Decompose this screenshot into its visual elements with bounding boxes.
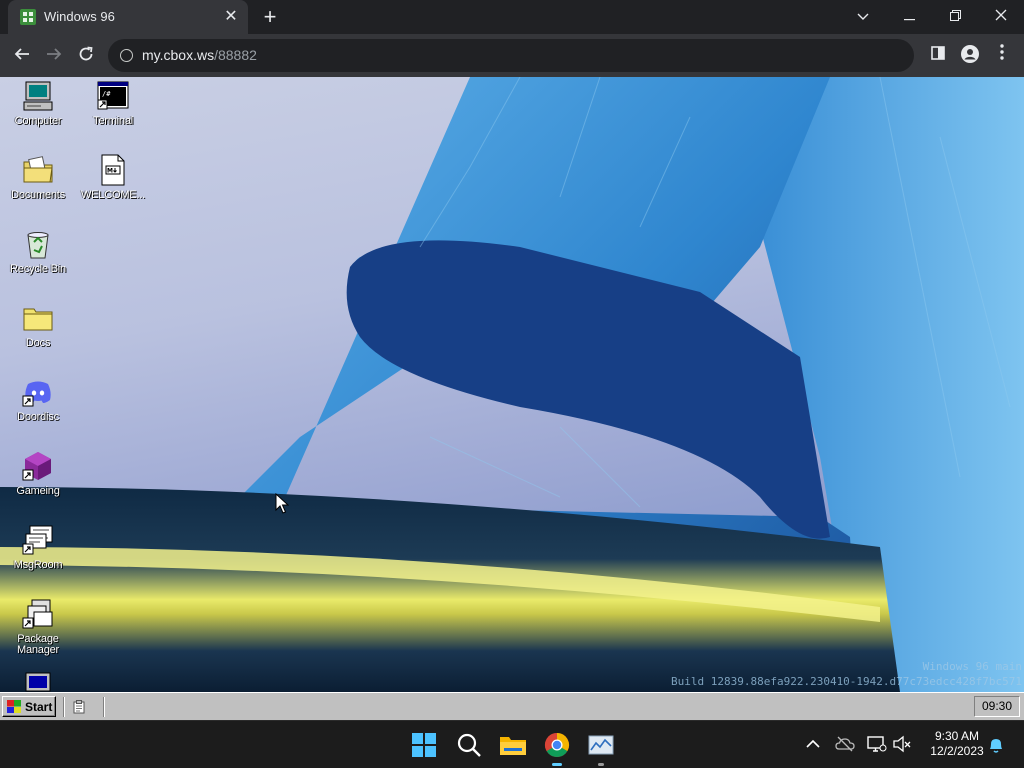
win96-tray-clock[interactable]: 09:30 <box>974 696 1020 717</box>
discord-icon <box>22 376 54 408</box>
desktop-icon-computer[interactable]: Computer <box>0 80 76 127</box>
win96-desktop[interactable]: Computer /# Terminal Documents M WELCOME… <box>0 77 1024 692</box>
close-tab-icon[interactable]: ✕ <box>222 8 240 26</box>
chat-room-icon <box>22 524 54 556</box>
tab-strip: Windows 96 ✕ + <box>0 0 1024 34</box>
desktop-icon-partial[interactable] <box>0 671 76 692</box>
svg-text:M: M <box>107 168 113 175</box>
computer-icon <box>22 80 54 112</box>
chevron-up-icon[interactable] <box>804 735 822 753</box>
onedrive-offline-icon[interactable] <box>835 734 855 754</box>
menu-kebab-icon[interactable] <box>990 44 1014 68</box>
package-manager-icon <box>22 598 54 630</box>
forward-button[interactable] <box>40 42 68 70</box>
quick-launch-clipboard-icon[interactable] <box>73 700 85 714</box>
icon-label: Doordisc <box>17 411 59 423</box>
resource-monitor-taskbar-button[interactable] <box>586 730 616 766</box>
close-window-button[interactable] <box>978 0 1024 34</box>
profile-icon[interactable] <box>958 44 982 68</box>
url-host: my.cbox.ws <box>142 47 215 63</box>
new-tab-button[interactable]: + <box>258 5 282 29</box>
volume-muted-icon[interactable] <box>892 734 912 754</box>
clock-date: 12/2/2023 <box>930 744 984 758</box>
search-icon[interactable] <box>454 730 484 760</box>
icon-label: Package Manager <box>16 633 59 656</box>
notification-bell-icon[interactable] <box>986 735 1006 755</box>
mouse-cursor-icon <box>275 493 289 514</box>
markdown-file-icon: M <box>97 154 129 186</box>
file-explorer-icon[interactable] <box>498 730 528 760</box>
icon-label: Recycle Bin <box>10 263 66 275</box>
resource-monitor-icon <box>588 735 614 755</box>
minimize-button[interactable] <box>886 0 932 34</box>
icon-label: Computer <box>14 115 62 127</box>
icon-label: Docs <box>25 337 51 349</box>
terminal-icon: /# <box>97 80 129 112</box>
url-path: /88882 <box>214 47 257 63</box>
game-cube-icon <box>22 450 54 482</box>
tab-search-chevron-icon[interactable] <box>840 0 886 34</box>
clock-time: 9:30 AM <box>934 729 980 743</box>
icon-label: WELCOME... <box>80 189 145 201</box>
icon-label: Gameing <box>16 485 60 497</box>
start-label: Start <box>25 700 53 714</box>
tab-title: Windows 96 <box>44 9 115 24</box>
open-indicator <box>598 763 604 766</box>
icon-label: Terminal <box>93 115 133 127</box>
icon-label: MsgRoom <box>13 559 63 571</box>
site-info-icon[interactable] <box>120 49 133 62</box>
network-icon[interactable] <box>866 734 888 754</box>
win96-taskbar: Start 09:30 <box>0 692 1024 720</box>
windows-start-icon[interactable] <box>409 730 439 760</box>
os-taskbar: 9:30 AM 12/2/2023 <box>0 720 1024 768</box>
active-indicator <box>552 763 562 766</box>
desktop-icon-terminal[interactable]: /# Terminal <box>75 80 151 127</box>
recycle-bin-icon <box>22 228 54 260</box>
desktop-icon-welcome[interactable]: M WELCOME... <box>75 154 151 201</box>
wallpaper <box>0 77 1024 692</box>
svg-text:/#: /# <box>102 90 111 98</box>
back-button[interactable] <box>8 42 36 70</box>
reload-button[interactable] <box>72 42 100 70</box>
chrome-icon <box>544 733 570 758</box>
desktop-icon-recycle-bin[interactable]: Recycle Bin <box>0 228 76 275</box>
start-button[interactable]: Start <box>2 696 56 717</box>
chrome-taskbar-button[interactable] <box>542 730 572 766</box>
desktop-icon-gameing[interactable]: Gameing <box>0 450 76 497</box>
windows96-logo-icon <box>7 700 21 713</box>
url-text: my.cbox.ws/88882 <box>142 47 257 63</box>
desktop-icon-documents[interactable]: Documents <box>0 154 76 201</box>
system-clock[interactable]: 9:30 AM 12/2/2023 <box>918 729 996 759</box>
monitor-icon <box>22 671 54 692</box>
build-watermark-line2: Build 12839.88efa922.230410-1942.d77c73e… <box>671 675 1022 688</box>
tab-windows-96[interactable]: Windows 96 ✕ <box>8 0 248 34</box>
browser-toolbar: my.cbox.ws/88882 <box>0 34 1024 77</box>
side-panel-icon[interactable] <box>926 44 950 68</box>
desktop-icon-docs[interactable]: Docs <box>0 302 76 349</box>
build-watermark-line1: Windows 96 main <box>922 660 1022 673</box>
icon-label: Documents <box>11 189 65 201</box>
desktop-icon-doordisc[interactable]: Doordisc <box>0 376 76 423</box>
address-bar[interactable]: my.cbox.ws/88882 <box>108 39 914 72</box>
desktop-icon-msgroom[interactable]: MsgRoom <box>0 524 76 571</box>
taskbar-divider <box>103 697 105 717</box>
taskbar-divider <box>63 697 65 717</box>
windows96-favicon-icon <box>20 9 36 25</box>
folder-icon <box>22 302 54 334</box>
folder-documents-icon <box>22 154 54 186</box>
restore-button[interactable] <box>932 0 978 34</box>
desktop-icon-package-manager[interactable]: Package Manager <box>0 598 76 656</box>
